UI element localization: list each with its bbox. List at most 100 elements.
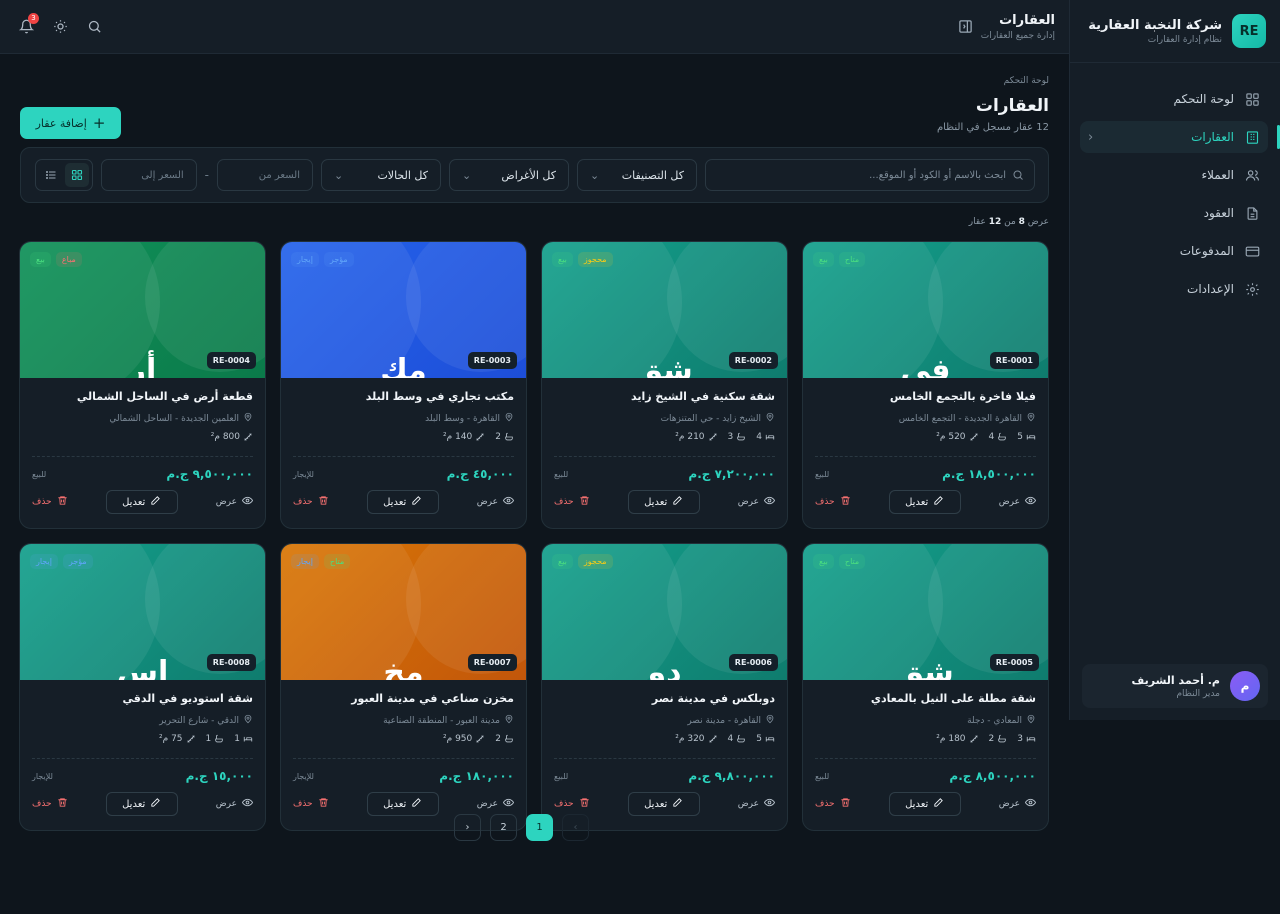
sidebar-toggle-button[interactable] [951, 12, 981, 42]
delete-button[interactable]: حذف [32, 495, 68, 509]
sidebar-item-label: المدفوعات [1179, 244, 1234, 258]
status-badge: بيع [552, 554, 573, 569]
status-badge: متاح [838, 252, 866, 267]
delete-button[interactable]: حذف [293, 495, 329, 509]
property-title[interactable]: قطعة أرض في الساحل الشمالي [32, 390, 253, 403]
view-button[interactable]: عرض [999, 797, 1037, 811]
map-pin-icon [765, 412, 775, 425]
property-image: بيع محجوز دو RE-0006 [542, 544, 787, 680]
baths-count: 1 [205, 734, 212, 744]
sidebar-item-3[interactable]: العقود [1080, 197, 1268, 229]
status-badge: إيجار [30, 554, 58, 569]
delete-label: حذف [293, 799, 313, 809]
property-code: RE-0002 [728, 352, 778, 369]
price-from-input[interactable]: السعر من [217, 159, 313, 191]
tag-group: بيع محجوز [552, 252, 613, 267]
search-input[interactable]: ابحث بالاسم أو الكود أو الموقع... [705, 159, 1035, 191]
edit-button[interactable]: تعديل [888, 792, 961, 816]
grid-icon [1244, 91, 1260, 107]
view-button[interactable]: عرض [477, 495, 515, 509]
property-title[interactable]: مكتب تجاري في وسط البلد [293, 390, 514, 403]
search-button[interactable] [82, 15, 106, 39]
property-title[interactable]: فيلا فاخرة بالتجمع الخامس [815, 390, 1036, 403]
edit-button[interactable]: تعديل [366, 792, 439, 816]
property-code: RE-0006 [728, 654, 778, 671]
view-button[interactable]: عرض [216, 495, 254, 509]
delete-button[interactable]: حذف [815, 797, 851, 811]
edit-button[interactable]: تعديل [627, 792, 700, 816]
property-title[interactable]: شقة مطلة على النيل بالمعادي [815, 692, 1036, 705]
view-button[interactable]: عرض [738, 797, 776, 811]
property-card[interactable]: إيجار مؤجر اس RE-0008 شقة استوديو في الدق… [19, 543, 266, 831]
sidebar-item-2[interactable]: العملاء [1080, 159, 1268, 191]
search-icon [1013, 170, 1023, 180]
property-location: مدينة العبور - المنطقة الصناعية [293, 714, 514, 727]
edit-button[interactable]: تعديل [105, 490, 178, 514]
brand-name: شركة النخبة العقارية [1088, 17, 1222, 33]
category-select[interactable]: كل التصنيفات ⌄ [577, 159, 697, 191]
brand: RE شركة النخبة العقارية نظام إدارة العقا… [1070, 0, 1280, 63]
property-code: RE-0004 [206, 352, 256, 369]
area-feature: 210 م² [675, 432, 717, 442]
ruler-icon [243, 432, 253, 442]
purpose-select[interactable]: كل الأغراض ⌄ [449, 159, 569, 191]
view-button[interactable]: عرض [999, 495, 1037, 509]
page-button-2[interactable]: 2 [490, 814, 517, 841]
property-card[interactable]: إيجار مؤجر مك RE-0003 مكتب تجاري في وسط ا… [280, 241, 527, 529]
delete-button[interactable]: حذف [554, 495, 590, 509]
view-button[interactable]: عرض [477, 797, 515, 811]
trash-icon [579, 797, 590, 811]
property-price: ٨,٥٠٠,٠٠٠ ج.م [949, 769, 1036, 783]
next-page-button[interactable]: › [454, 814, 481, 841]
trash-icon [318, 797, 329, 811]
property-title[interactable]: مخزن صناعي في مدينة العبور [293, 692, 514, 705]
property-title[interactable]: شقة استوديو في الدقي [32, 692, 253, 705]
area-feature: 800 م² [211, 432, 253, 442]
bath-icon [736, 432, 746, 442]
property-card[interactable]: إيجار متاح مخ RE-0007 مخزن صناعي في مدينة… [280, 543, 527, 831]
property-image: بيع متاح فی RE-0001 [803, 242, 1048, 378]
area-value: 210 م² [675, 432, 705, 442]
property-title[interactable]: دوبلكس في مدينة نصر [554, 692, 775, 705]
grid-view-button[interactable] [64, 163, 89, 187]
edit-button[interactable]: تعديل [627, 490, 700, 514]
theme-toggle-button[interactable] [48, 15, 72, 39]
delete-button[interactable]: حذف [554, 797, 590, 811]
sidebar-item-5[interactable]: الإعدادات [1080, 273, 1268, 305]
tag-group: بيع محجوز [552, 554, 613, 569]
price-to-input[interactable]: السعر إلى [100, 159, 197, 191]
sidebar-item-0[interactable]: لوحة التحكم [1080, 83, 1268, 115]
notifications-button[interactable]: 3 [14, 12, 39, 39]
edit-label: تعديل [122, 798, 146, 810]
sidebar-item-1[interactable]: العقارات ‹ [1080, 121, 1280, 153]
breadcrumb[interactable]: لوحة التحكم [20, 76, 1049, 86]
delete-button[interactable]: حذف [32, 797, 68, 811]
edit-button[interactable]: تعديل [366, 490, 439, 514]
property-card[interactable]: بيع متاح شق RE-0005 شقة مطلة على النيل با… [802, 543, 1049, 831]
prev-page-button[interactable]: ‹ [562, 814, 589, 841]
property-title[interactable]: شقة سكنية في الشيخ زايد [554, 390, 775, 403]
status-select[interactable]: كل الحالات ⌄ [321, 159, 441, 191]
view-button[interactable]: عرض [738, 495, 776, 509]
search-placeholder: ابحث بالاسم أو الكود أو الموقع... [869, 169, 1006, 181]
property-card[interactable]: بيع محجوز شق RE-0002 شقة سكنية في الشيخ ز… [541, 241, 788, 529]
edit-button[interactable]: تعديل [888, 490, 961, 514]
bed-icon [243, 734, 253, 744]
property-card[interactable]: بيع مباع أر RE-0004 قطعة أرض في الساحل ال… [19, 241, 266, 529]
pencil-icon [672, 495, 683, 509]
sidebar-item-label: الإعدادات [1187, 282, 1234, 296]
area-value: 180 م² [936, 734, 966, 744]
delete-button[interactable]: حذف [815, 495, 851, 509]
sidebar-item-4[interactable]: المدفوعات [1080, 235, 1268, 267]
tag-group: إيجار متاح [291, 554, 351, 569]
property-card[interactable]: بيع محجوز دو RE-0006 دوبلكس في مدينة نصر … [541, 543, 788, 831]
property-card[interactable]: بيع متاح فی RE-0001 فيلا فاخرة بالتجمع ال… [802, 241, 1049, 529]
delete-button[interactable]: حذف [293, 797, 329, 811]
tag-group: إيجار مؤجر [291, 252, 354, 267]
user-profile[interactable]: م م. أحمد الشريف مدير النظام [1082, 664, 1268, 708]
add-property-button[interactable]: + إضافة عقار [20, 107, 121, 139]
list-view-button[interactable] [39, 163, 63, 187]
page-button-1[interactable]: 1 [526, 814, 553, 841]
edit-button[interactable]: تعديل [105, 792, 178, 816]
view-button[interactable]: عرض [216, 797, 254, 811]
